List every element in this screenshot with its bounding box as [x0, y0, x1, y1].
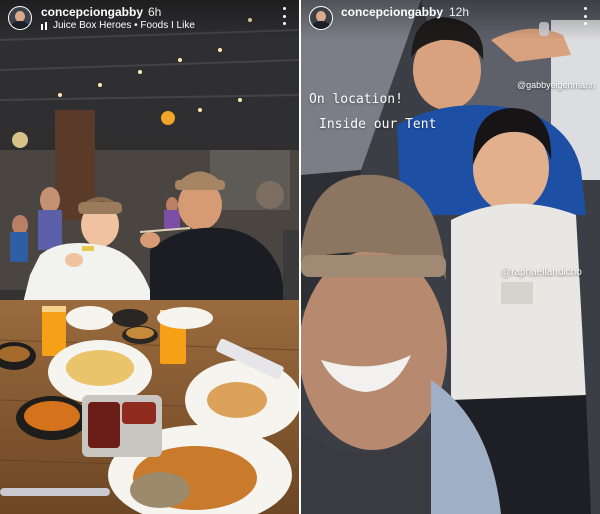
music-label[interactable]: Juice Box Heroes • Foods I Like: [41, 20, 195, 31]
more-vertical-icon[interactable]: [280, 7, 288, 25]
story-header: concepciongabby 6h Juice Box Heroes • Fo…: [0, 0, 299, 40]
mention-tag-top[interactable]: @gabbyeigenmann: [517, 80, 595, 90]
story-photo-restaurant: [0, 0, 299, 514]
story-time: 6h: [148, 5, 162, 19]
story-header: concepciongabby 12h: [301, 0, 600, 40]
story-restaurant[interactable]: concepciongabby 6h Juice Box Heroes • Fo…: [0, 0, 299, 514]
story-time: 12h: [449, 5, 470, 19]
caption-line-2: Inside our Tent: [319, 117, 437, 132]
profile-avatar[interactable]: [309, 6, 333, 30]
mention-tag-bottom[interactable]: @raphaellandicho: [501, 267, 582, 278]
more-vertical-icon[interactable]: [581, 7, 589, 25]
story-tent[interactable]: concepciongabby 12h On location! Inside …: [301, 0, 600, 514]
story-username[interactable]: concepciongabby: [341, 5, 443, 19]
music-icon: [41, 21, 49, 30]
music-track: Juice Box Heroes • Foods I Like: [53, 20, 195, 31]
caption-line-1: On location!: [309, 92, 403, 107]
story-photo-tent: [301, 0, 600, 514]
profile-avatar[interactable]: [8, 6, 32, 30]
story-username[interactable]: concepciongabby: [41, 5, 143, 19]
